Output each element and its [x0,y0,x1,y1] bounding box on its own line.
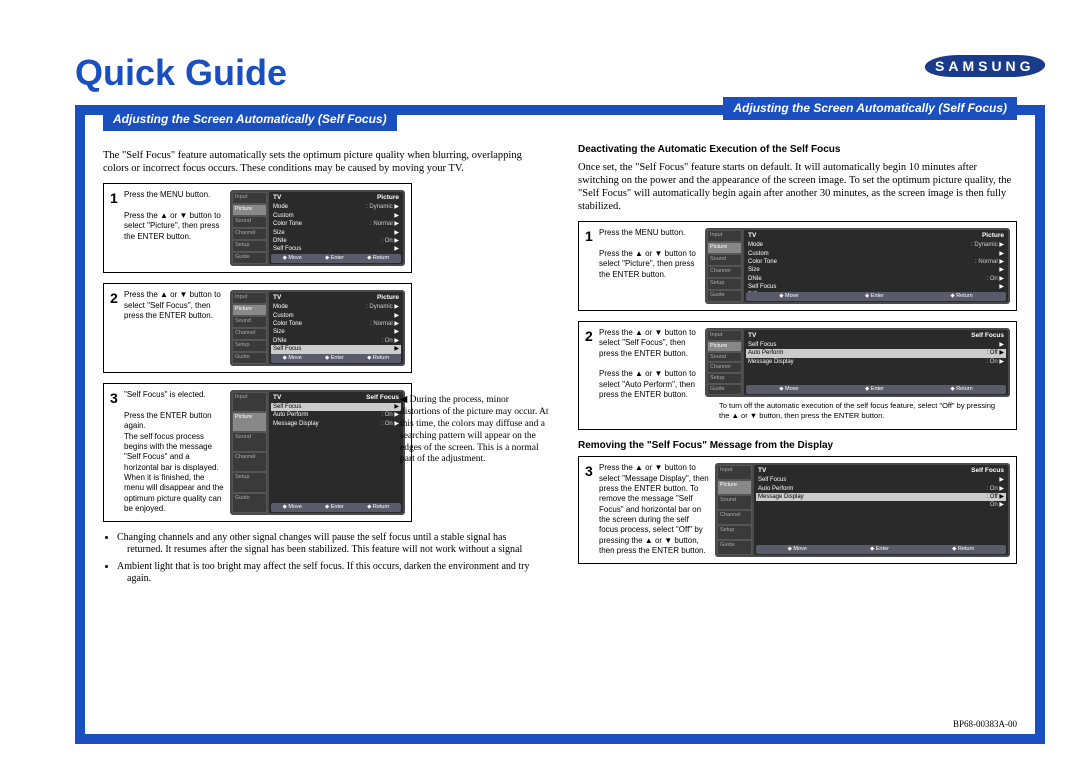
step-text: Press the ▲ or ▼ button to select "Self … [599,328,705,401]
left-step3: 3 "Self Focus" is elected. Press the ENT… [103,383,412,522]
osd-screenshot: InputPictureSoundChannelSetupGuideTVSelf… [705,328,1010,397]
intro-right-1: Once set, the "Self Focus" feature start… [578,161,1017,214]
section-bar-right: Adjusting the Screen Automatically (Self… [723,97,1017,120]
right-column: Adjusting the Screen Automatically (Self… [560,115,1035,734]
right-step2: 2 Press the ▲ or ▼ button to select "Sel… [578,321,1017,430]
osd-screenshot: InputPictureSoundChannelSetupGuideTVPict… [230,190,405,266]
osd-screenshot: InputPictureSoundChannelSetupGuideTVPict… [705,228,1010,304]
step-text: Press the MENU button. Press the ▲ or ▼ … [599,228,705,304]
left-step2: 2 Press the ▲ or ▼ button to select "Sel… [103,283,412,373]
brand-logo: SAMSUNG [925,55,1045,77]
left-column: Adjusting the Screen Automatically (Self… [85,115,560,734]
subheading-2: Removing the "Self Focus" Message from t… [578,440,1017,453]
subheading-1: Deactivating the Automatic Execution of … [578,144,1017,157]
left-step1: 1 Press the MENU button. Press the ▲ or … [103,183,412,273]
step-text: Press the ▲ or ▼ button to select "Self … [124,290,230,366]
tip-note: To turn off the automatic execution of t… [719,401,1006,421]
osd-screenshot: InputPictureSoundChannelSetupGuideTVSelf… [230,390,405,515]
step-text: Press the MENU button. Press the ▲ or ▼ … [124,190,230,266]
bullet-item: Changing channels and any other signal c… [117,532,542,557]
intro-text: The "Self Focus" feature automatically s… [103,149,542,175]
content-frame: Adjusting the Screen Automatically (Self… [75,105,1045,744]
step-text: "Self Focus" is elected. Press the ENTER… [124,390,230,515]
document-number: BP68-00383A-00 [953,719,1017,730]
right-step1: 1 Press the MENU button. Press the ▲ or … [578,221,1017,311]
osd-screenshot: InputPictureSoundChannelSetupGuideTVPict… [230,290,405,366]
section-bar-left: Adjusting the Screen Automatically (Self… [103,108,397,131]
right-step3: 3 Press the ▲ or ▼ button to select "Mes… [578,456,1017,564]
osd-screenshot: InputPictureSoundChannelSetupGuideTVSelf… [715,463,1010,557]
bullet-item: Ambient light that is too bright may aff… [117,561,542,586]
page-title: Quick Guide [75,52,287,94]
side-note: ◀ During the process, minor distortions … [400,395,550,466]
step-text: Press the ▲ or ▼ button to select "Messa… [599,463,715,557]
page: Quick Guide SAMSUNG Adjusting the Screen… [0,0,1080,779]
bullet-list: Changing channels and any other signal c… [103,532,542,586]
